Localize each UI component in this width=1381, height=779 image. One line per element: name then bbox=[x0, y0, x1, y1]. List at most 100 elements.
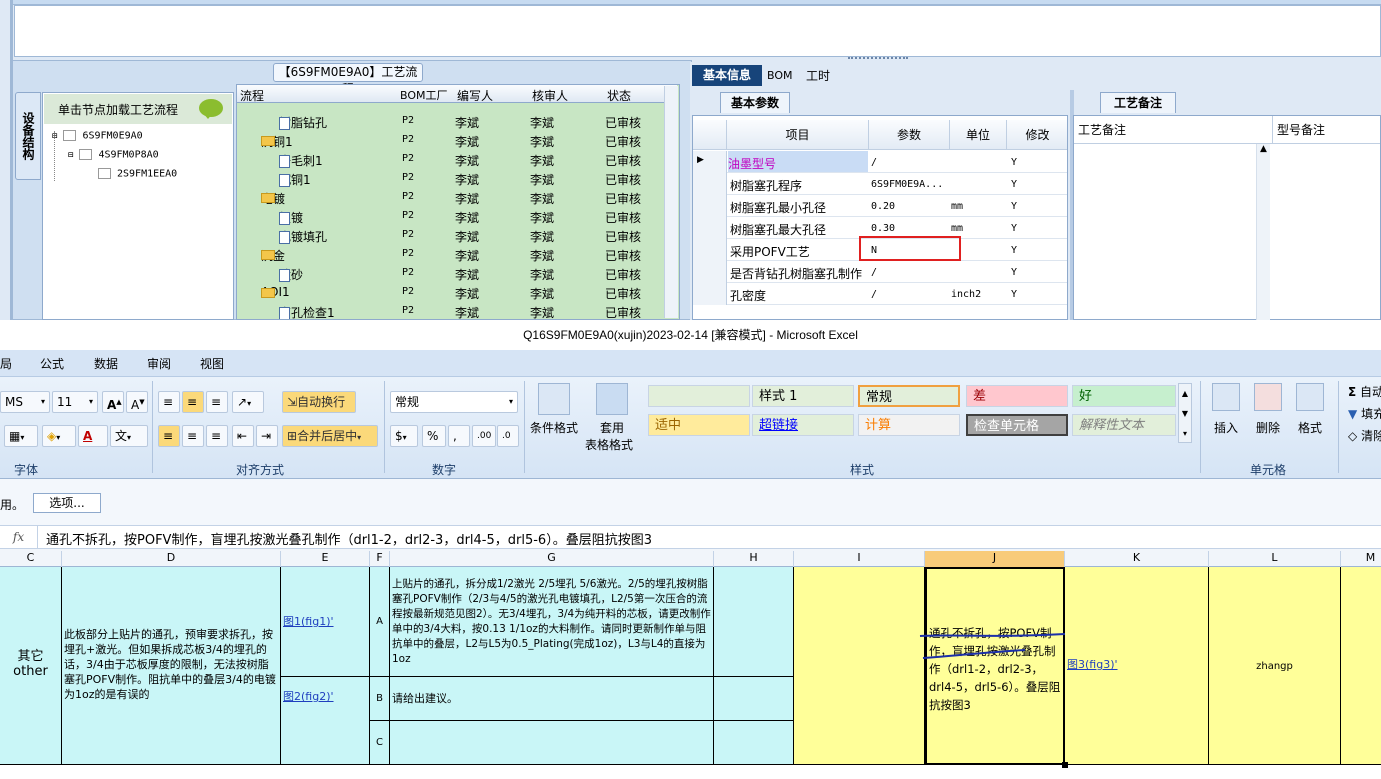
col-header-d[interactable]: D bbox=[62, 551, 281, 567]
shrink-font-icon[interactable]: A▼ bbox=[126, 391, 148, 413]
row-selector[interactable] bbox=[693, 239, 727, 261]
grow-font-icon[interactable]: A▲ bbox=[102, 391, 124, 413]
process-row[interactable]: 盲孔检查1 P2 李斌 李斌 已审核 bbox=[237, 301, 667, 319]
align-left-icon[interactable]: ≡ bbox=[158, 425, 180, 447]
splitter-grip[interactable] bbox=[848, 57, 908, 61]
param-row[interactable]: ▶ 油墨型号 / Y bbox=[693, 151, 1067, 173]
conditional-format-label[interactable]: 条件格式 bbox=[530, 419, 578, 436]
borders-icon[interactable]: ▦▾ bbox=[4, 425, 38, 447]
process-row[interactable]: AOI1 P2 李斌 李斌 已审核 bbox=[237, 282, 667, 301]
table-format-label-1[interactable]: 套用 bbox=[600, 419, 624, 436]
tree-node[interactable]: ⊟ 6S9FM0E9A0 bbox=[52, 130, 143, 142]
param-value[interactable]: / bbox=[871, 289, 877, 300]
process-row[interactable]: 沉铜1 P2 李斌 李斌 已审核 bbox=[237, 130, 667, 149]
tab-basic-info[interactable]: 基本信息 bbox=[692, 65, 762, 86]
col-header[interactable]: 流程 bbox=[240, 87, 264, 104]
clear-button[interactable]: ◇ 清除 bbox=[1348, 427, 1381, 444]
param-row[interactable]: 孔密度 / inch2 Y bbox=[693, 283, 1067, 305]
param-row[interactable]: 树脂塞孔最小孔径 0.20 mm Y bbox=[693, 195, 1067, 217]
fill-handle[interactable] bbox=[1062, 762, 1068, 768]
gallery-scroll-icon[interactable]: ▲ ▼ ▾ bbox=[1178, 383, 1192, 443]
cell-style-item[interactable]: 适中 bbox=[648, 414, 750, 436]
col-header-h[interactable]: H bbox=[714, 551, 794, 567]
font-color-icon[interactable]: A bbox=[78, 425, 108, 447]
phonetic-icon[interactable]: 文▾ bbox=[110, 425, 148, 447]
increase-decimal-icon[interactable]: .00 bbox=[472, 425, 496, 447]
cell-e2[interactable]: 图2(fig2)' bbox=[281, 677, 370, 765]
tab-review[interactable]: 审阅 bbox=[147, 355, 171, 372]
param-value[interactable]: 0.20 bbox=[871, 201, 895, 212]
row-selector[interactable] bbox=[693, 217, 727, 239]
cell-style-item[interactable]: 计算 bbox=[858, 414, 960, 436]
grid-scrollbar[interactable] bbox=[664, 86, 678, 318]
cell-f-b[interactable]: B bbox=[370, 677, 390, 721]
cell-style-item[interactable]: 检查单元格 bbox=[966, 414, 1068, 436]
insert-label[interactable]: 插入 bbox=[1214, 419, 1238, 436]
col-header-j[interactable]: J bbox=[925, 551, 1065, 567]
col-header[interactable]: 参数 bbox=[869, 120, 950, 150]
cell-h2[interactable] bbox=[714, 677, 794, 721]
tab-formulas[interactable]: 公式 bbox=[40, 355, 64, 372]
cell-style-item[interactable]: 常规 bbox=[858, 385, 960, 407]
fill-color-icon[interactable]: ◈▾ bbox=[42, 425, 76, 447]
cell-m[interactable] bbox=[1341, 567, 1381, 765]
font-size-select[interactable]: 11 ▾ bbox=[52, 391, 98, 413]
cell-d[interactable]: 此板部分上贴片的通孔，预审要求拆孔，按埋孔+激光。但如果拆成芯板3/4的埋孔的话… bbox=[62, 567, 281, 765]
tab-work-hours[interactable]: 工时 bbox=[806, 67, 830, 84]
col-header-f[interactable]: F bbox=[370, 551, 390, 567]
process-row[interactable]: 喷砂 P2 李斌 李斌 已审核 bbox=[237, 263, 667, 282]
cell-i[interactable] bbox=[794, 567, 925, 765]
format-cells-icon[interactable] bbox=[1296, 383, 1324, 411]
tab-basic-params[interactable]: 基本参数 bbox=[720, 92, 790, 113]
row-selector[interactable]: ▶ bbox=[693, 151, 727, 173]
process-row[interactable]: 电镀 P2 李斌 李斌 已审核 bbox=[237, 187, 667, 206]
col-header[interactable]: 修改 bbox=[1007, 120, 1067, 150]
col-header[interactable]: 型号备注 bbox=[1272, 116, 1380, 144]
delete-cells-icon[interactable] bbox=[1254, 383, 1282, 411]
row-selector[interactable] bbox=[693, 283, 727, 305]
cell-style-item[interactable]: 样式 1 bbox=[752, 385, 854, 407]
col-header-m[interactable]: M bbox=[1341, 551, 1381, 567]
process-row[interactable]: 沉铜1 P2 李斌 李斌 已审核 bbox=[237, 168, 667, 187]
cell-f-a[interactable]: A bbox=[370, 567, 390, 677]
format-label[interactable]: 格式 bbox=[1298, 419, 1322, 436]
cell-g2[interactable]: 请给出建议。 bbox=[390, 677, 714, 721]
row-selector[interactable] bbox=[693, 261, 727, 283]
increase-indent-icon[interactable]: ⇥ bbox=[256, 425, 278, 447]
insert-cells-icon[interactable] bbox=[1212, 383, 1240, 411]
col-header[interactable]: BOM工厂 bbox=[400, 87, 448, 103]
tree-node[interactable]: 2S9FM1EEA0 bbox=[98, 168, 177, 180]
cell-e1[interactable]: 图1(fig1)' bbox=[281, 567, 370, 677]
notes-scrollbar[interactable]: ▲ bbox=[1256, 144, 1270, 320]
process-row[interactable]: 板镀 P2 李斌 李斌 已审核 bbox=[237, 206, 667, 225]
tab-view[interactable]: 视图 bbox=[200, 355, 224, 372]
col-header-k[interactable]: K bbox=[1065, 551, 1209, 567]
tab-layout[interactable]: 局 bbox=[0, 355, 12, 372]
row-selector[interactable] bbox=[693, 195, 727, 217]
tab-equipment-structure[interactable]: 设备结构 bbox=[15, 92, 41, 180]
cell-g3[interactable] bbox=[390, 721, 714, 765]
autosum-button[interactable]: Σ 自动 bbox=[1348, 383, 1381, 400]
cell-style-item[interactable]: 解释性文本 bbox=[1072, 414, 1176, 436]
cell-g1[interactable]: 上贴片的通孔，拆分成1/2激光 2/5埋孔 5/6激光。2/5的埋孔按树脂塞孔P… bbox=[390, 567, 714, 677]
col-header-i[interactable]: I bbox=[794, 551, 925, 567]
number-format-select[interactable]: 常规 ▾ bbox=[390, 391, 518, 413]
param-row[interactable]: 树脂塞孔程序 6S9FM0E9A... Y bbox=[693, 173, 1067, 195]
align-right-icon[interactable]: ≡ bbox=[206, 425, 228, 447]
tree-node[interactable]: ⊟ 4S9FM0P8A0 bbox=[68, 149, 159, 161]
wrap-text-button[interactable]: ⇲自动换行 bbox=[282, 391, 356, 413]
fig1-link[interactable]: 图1(fig1)' bbox=[283, 615, 334, 628]
fig2-link[interactable]: 图2(fig2)' bbox=[283, 690, 334, 703]
options-button[interactable]: 选项... bbox=[33, 493, 101, 513]
col-header[interactable]: 状态 bbox=[607, 87, 631, 104]
cell-style-item[interactable]: 差 bbox=[966, 385, 1068, 407]
fill-button[interactable]: ▼ 填充 bbox=[1348, 405, 1381, 422]
col-header-e[interactable]: E bbox=[281, 551, 370, 567]
col-header[interactable]: 工艺备注 bbox=[1074, 116, 1272, 144]
decrease-decimal-icon[interactable]: .0 bbox=[497, 425, 519, 447]
cell-h1[interactable] bbox=[714, 567, 794, 677]
param-row[interactable]: 是否背钻孔树脂塞孔制作 / Y bbox=[693, 261, 1067, 283]
process-row[interactable]: 沉金 P2 李斌 李斌 已审核 bbox=[237, 244, 667, 263]
process-row[interactable]: 电镀填孔 P2 李斌 李斌 已审核 bbox=[237, 225, 667, 244]
percent-icon[interactable]: % bbox=[422, 425, 446, 447]
